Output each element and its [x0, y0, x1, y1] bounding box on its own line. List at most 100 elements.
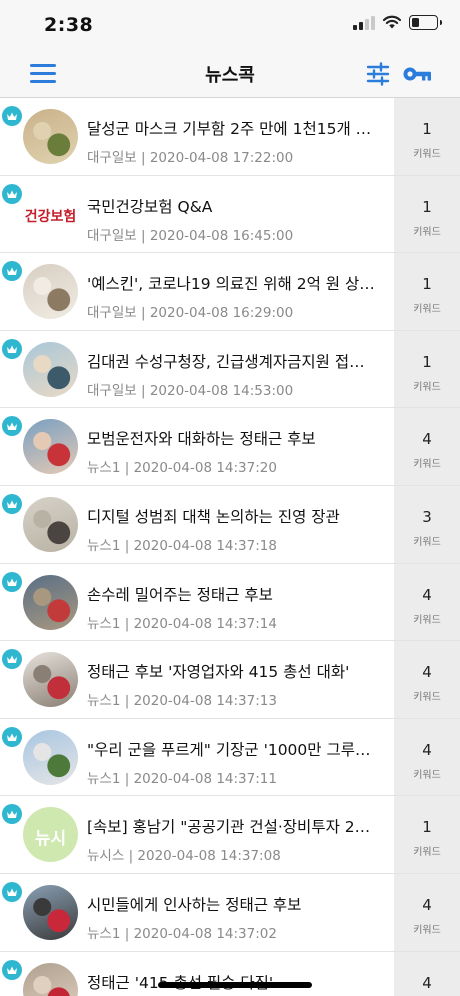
filter-settings-button[interactable] — [366, 62, 390, 86]
article-datetime: 2020-04-08 14:37:18 — [133, 537, 277, 554]
keyword-count-box[interactable]: 4 키워드 — [394, 951, 460, 996]
article-row[interactable]: 뉴시 [속보] 홍남기 "공공기관 건설·장비투자 2분기에 집중" 뉴시스 |… — [0, 796, 460, 874]
crown-badge-icon — [2, 959, 22, 980]
crown-badge-icon — [2, 261, 22, 282]
thumbnail-logo-text: 건강보험 — [24, 208, 77, 225]
sliders-icon — [366, 62, 390, 86]
meta-separator: | — [124, 460, 134, 477]
article-headline[interactable]: 김대권 수성구청장, 긴급생계자금지원 접수처 점검 — [87, 350, 375, 372]
article-thumbnail — [23, 574, 78, 630]
article-meta: 뉴스1 | 2020-04-08 14:37:13 — [87, 689, 277, 709]
keyword-count-box[interactable]: 1 키워드 — [394, 175, 460, 253]
article-source: 뉴스1 — [87, 537, 121, 554]
article-row[interactable]: 손수레 밀어주는 정태근 후보 뉴스1 | 2020-04-08 14:37:1… — [0, 563, 460, 642]
keyword-label: 키워드 — [413, 381, 441, 393]
keyword-count: 4 — [422, 430, 432, 449]
article-datetime: 2020-04-08 14:37:20 — [133, 460, 277, 477]
article-row[interactable]: 달성군 마스크 기부함 2주 만에 1천15개 모여 대구일보 | 2020-0… — [0, 98, 460, 176]
article-source: 대구일보 — [87, 305, 137, 322]
keyword-count-box[interactable]: 1 키워드 — [394, 253, 460, 330]
meta-separator: | — [140, 382, 150, 399]
article-row[interactable]: 정태근 '415 총선 필승 다짐' 뉴스1 | 2020-04-08 14:3… — [0, 951, 460, 996]
article-meta: 대구일보 | 2020-04-08 14:53:00 — [87, 379, 293, 399]
article-headline[interactable]: 정태근 후보 '자영업자와 415 총선 대화' — [87, 660, 375, 682]
keyword-count: 4 — [422, 663, 432, 682]
keyword-count-box[interactable]: 1 키워드 — [394, 796, 460, 873]
cellular-signal-icon — [353, 15, 375, 30]
keyword-label: 키워드 — [413, 536, 441, 548]
article-datetime: 2020-04-08 14:37:11 — [133, 770, 277, 787]
article-headline[interactable]: 손수레 밀어주는 정태근 후보 — [87, 583, 375, 605]
meta-separator: | — [124, 693, 134, 710]
article-thumbnail — [23, 729, 78, 785]
crown-badge-icon — [2, 493, 22, 514]
status-time: 2:38 — [44, 14, 94, 36]
article-row[interactable]: '예스킨', 코로나19 의료진 위해 2억 원 상당 식품 기부 대구일보 |… — [0, 253, 460, 331]
keyword-count-box[interactable]: 1 키워드 — [394, 98, 460, 175]
crown-badge-icon — [2, 881, 22, 902]
article-thumbnail — [23, 496, 78, 552]
article-datetime: 2020-04-08 16:29:00 — [149, 305, 294, 322]
keyword-label: 키워드 — [413, 924, 441, 936]
article-source: 대구일보 — [87, 382, 137, 399]
article-datetime: 2020-04-08 14:37:02 — [133, 925, 277, 942]
article-row[interactable]: 모범운전자와 대화하는 정태근 후보 뉴스1 | 2020-04-08 14:3… — [0, 408, 460, 486]
keyword-count-box[interactable]: 4 키워드 — [394, 563, 460, 641]
article-meta: 대구일보 | 2020-04-08 16:45:00 — [87, 224, 293, 244]
article-row[interactable]: 디지털 성범죄 대책 논의하는 진영 장관 뉴스1 | 2020-04-08 1… — [0, 485, 460, 564]
keyword-count-box[interactable]: 4 키워드 — [394, 718, 460, 796]
crown-badge-icon — [2, 183, 22, 204]
article-meta: 뉴스1 | 2020-04-08 14:37:11 — [87, 767, 277, 787]
keyword-label: 키워드 — [413, 149, 441, 160]
article-row[interactable]: 건강보험 국민건강보험 Q&A 대구일보 | 2020-04-08 16:45:… — [0, 175, 460, 254]
article-headline[interactable]: 디지털 성범죄 대책 논의하는 진영 장관 — [87, 505, 375, 527]
article-row[interactable]: "우리 군을 푸르게" 기장군 '1000만 그루 나무심기' 뉴스1 | 20… — [0, 718, 460, 797]
keyword-count-box[interactable]: 3 키워드 — [394, 485, 460, 563]
keyword-count: 1 — [422, 120, 432, 138]
article-thumbnail: 뉴시 — [23, 807, 78, 863]
keyword-count: 4 — [422, 740, 432, 759]
crown-badge-icon — [2, 804, 22, 825]
keyword-count: 4 — [422, 973, 432, 992]
article-headline[interactable]: [속보] 홍남기 "공공기관 건설·장비투자 2분기에 집중" — [87, 815, 375, 837]
article-row[interactable]: 시민들에게 인사하는 정태근 후보 뉴스1 | 2020-04-08 14:37… — [0, 873, 460, 952]
crown-badge-icon — [2, 649, 22, 670]
article-headline[interactable]: 시민들에게 인사하는 정태근 후보 — [87, 893, 375, 915]
keyword-count: 4 — [422, 585, 432, 604]
article-source: 대구일보 — [87, 150, 137, 166]
home-indicator — [158, 982, 312, 988]
crown-badge-icon — [2, 338, 22, 359]
article-row[interactable]: 김대권 수성구청장, 긴급생계자금지원 접수처 점검 대구일보 | 2020-0… — [0, 330, 460, 409]
keyword-count: 3 — [422, 507, 432, 526]
crown-badge-icon — [2, 571, 22, 592]
keyword-count-box[interactable]: 4 키워드 — [394, 873, 460, 951]
article-headline[interactable]: "우리 군을 푸르게" 기장군 '1000만 그루 나무심기' — [87, 738, 375, 760]
keyword-count: 1 — [422, 818, 432, 837]
page-title: 뉴스콕 — [205, 65, 255, 86]
article-thumbnail: 건강보험 — [23, 186, 78, 242]
status-bar: 2:38 — [0, 0, 460, 50]
article-datetime: 2020-04-08 14:37:13 — [133, 693, 277, 710]
article-meta: 뉴스1 | 2020-04-08 14:37:20 — [87, 456, 277, 476]
article-meta: 뉴스1 | 2020-04-08 14:37:18 — [87, 534, 277, 554]
keyword-count-box[interactable]: 4 키워드 — [394, 641, 460, 718]
keyword-key-button[interactable] — [403, 62, 433, 86]
keyword-label: 키워드 — [413, 226, 441, 238]
keyword-count-box[interactable]: 4 키워드 — [394, 408, 460, 485]
article-meta: 뉴시스 | 2020-04-08 14:37:08 — [87, 844, 281, 864]
article-list: 달성군 마스크 기부함 2주 만에 1천15개 모여 대구일보 | 2020-0… — [0, 98, 460, 996]
meta-separator: | — [124, 925, 134, 942]
keyword-count-box[interactable]: 1 키워드 — [394, 330, 460, 408]
article-source: 뉴스1 — [87, 770, 121, 787]
article-source: 뉴스1 — [87, 615, 121, 632]
keyword-label: 키워드 — [413, 769, 441, 781]
meta-separator: | — [124, 537, 134, 554]
crown-badge-icon — [2, 416, 22, 437]
article-headline[interactable]: '예스킨', 코로나19 의료진 위해 2억 원 상당 식품 기부 — [87, 272, 375, 294]
thumbnail-logo-text: 뉴시 — [34, 829, 67, 850]
article-headline[interactable]: 국민건강보험 Q&A — [87, 195, 375, 217]
article-thumbnail — [23, 962, 78, 996]
article-headline[interactable]: 모범운전자와 대화하는 정태근 후보 — [87, 427, 375, 449]
article-row[interactable]: 정태근 후보 '자영업자와 415 총선 대화' 뉴스1 | 2020-04-0… — [0, 641, 460, 719]
article-headline[interactable]: 달성군 마스크 기부함 2주 만에 1천15개 모여 — [87, 117, 375, 139]
